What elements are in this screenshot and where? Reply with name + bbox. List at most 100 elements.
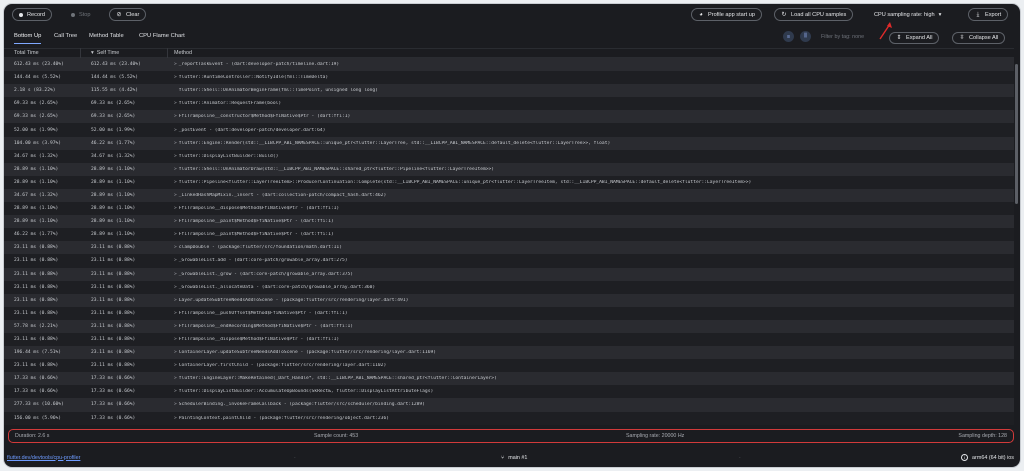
chevron-right-icon[interactable]: > xyxy=(174,128,177,133)
chevron-right-icon[interactable]: > xyxy=(174,206,177,211)
device-info[interactable]: i arm64 (64 bit) ios xyxy=(961,454,1014,461)
method-cell: > flutter::RuntimeController::NotifyIdle(… xyxy=(168,75,1014,80)
table-row[interactable]: 612.43 ms (23.40%) 612.43 ms (23.40%) > _re… xyxy=(4,58,1014,72)
filter-icon[interactable]: ≡ xyxy=(783,31,794,42)
table-row[interactable]: 17.33 ms (0.66%) 17.33 ms (0.66%) > flutter… xyxy=(4,385,1014,399)
self-time-cell: 23.11 ms (0.88%) xyxy=(91,245,136,251)
table-row[interactable]: 277.33 ms (10.60%) 17.33 ms (0.66%) > Sched… xyxy=(4,398,1014,412)
chevron-right-icon[interactable]: > xyxy=(174,219,177,224)
total-time-cell: 104.00 ms (3.97%) xyxy=(14,140,62,146)
chevron-right-icon[interactable]: > xyxy=(174,389,177,394)
profiler-toolbar: Record Stop ⊘ Clear ◕ Profile app start … xyxy=(4,4,1020,40)
table-row[interactable]: 23.11 ms (0.88%) 23.11 ms (0.88%) > clampDo… xyxy=(4,241,1014,255)
chevron-right-icon[interactable]: > xyxy=(174,350,177,355)
chevron-right-icon[interactable]: > xyxy=(174,154,177,159)
load-samples-button[interactable]: ↻ Load all CPU samples xyxy=(774,8,854,21)
profile-startup-button[interactable]: ◕ Profile app start up xyxy=(691,8,762,21)
table-scrollbar[interactable] xyxy=(1014,58,1018,429)
chevron-right-icon[interactable]: > xyxy=(174,114,177,119)
column-self-time-label: Self Time xyxy=(96,50,120,56)
table-row[interactable]: 57.78 ms (2.21%) 23.11 ms (0.88%) > FfiTram… xyxy=(4,319,1014,333)
table-row[interactable]: 34.67 ms (1.32%) 28.89 ms (1.10%) > _Linked… xyxy=(4,188,1014,203)
chevron-right-icon[interactable]: > xyxy=(174,180,177,185)
table-row[interactable]: 69.33 ms (2.65%) 69.33 ms (2.65%) > flutter… xyxy=(4,97,1014,111)
expand-all-button[interactable]: ⇕ Expand All xyxy=(889,32,940,44)
method-name: flutter::Pipeline<flutter::LayerTreeItem… xyxy=(178,179,752,185)
chevron-right-icon[interactable]: > xyxy=(174,416,177,421)
table-row[interactable]: 28.89 ms (1.10%) 28.89 ms (1.10%) > flutter… xyxy=(4,162,1014,176)
chevron-right-icon[interactable]: > xyxy=(174,75,177,80)
tab-method-table[interactable]: Method Table xyxy=(89,33,124,43)
chevron-right-icon[interactable]: > xyxy=(174,311,177,316)
total-time-cell: 34.67 ms (1.32%) xyxy=(14,192,59,198)
table-row[interactable]: 23.11 ms (0.88%) 23.11 ms (0.88%) > FfiTram… xyxy=(4,332,1014,347)
table-row[interactable]: 2.18 s (83.22%) 115.55 ms (4.42%) flutter… xyxy=(4,84,1014,98)
chevron-right-icon[interactable]: > xyxy=(174,245,177,250)
table-row[interactable]: 52.00 ms (1.99%) 52.00 ms (1.99%) > _postEv… xyxy=(4,123,1014,137)
chevron-right-icon[interactable]: > xyxy=(174,272,177,277)
tab-call-tree[interactable]: Call Tree xyxy=(54,33,77,43)
self-time-cell: 144.44 ms (5.52%) xyxy=(91,75,139,81)
table-row[interactable]: 104.00 ms (3.97%) 46.22 ms (1.77%) > flutte… xyxy=(4,136,1014,150)
stop-button[interactable]: Stop xyxy=(64,8,98,21)
method-name: ContainerLayer.updateSubtreeNeedsAddToSc… xyxy=(178,350,436,356)
chevron-right-icon[interactable]: > xyxy=(174,193,177,198)
chevron-right-icon[interactable]: > xyxy=(174,337,177,342)
scrollbar-thumb[interactable] xyxy=(1014,64,1018,204)
sampling-rate-label: CPU sampling rate: high xyxy=(874,11,935,18)
self-time-cell: 23.11 ms (0.88%) xyxy=(91,323,136,329)
table-row[interactable]: 156.00 ms (5.96%) 17.33 ms (0.66%) > Painti… xyxy=(4,411,1014,425)
total-time-cell: 23.11 ms (0.88%) xyxy=(14,297,59,303)
chevron-right-icon[interactable]: > xyxy=(174,324,177,329)
load-samples-label: Load all CPU samples xyxy=(791,11,847,18)
cpu-profiler-docs-link[interactable]: flutter.dev/devtools/cpu-profiler xyxy=(7,455,80,461)
table-row[interactable]: 28.89 ms (1.10%) 28.89 ms (1.10%) > flutter… xyxy=(4,175,1014,189)
column-total-time[interactable]: Total Time xyxy=(4,48,81,58)
table-row[interactable]: 23.11 ms (0.88%) 23.11 ms (0.88%) > _Growab… xyxy=(4,254,1014,268)
info-icon: i xyxy=(961,454,969,461)
chevron-right-icon[interactable]: > xyxy=(174,141,177,146)
chevron-right-icon[interactable]: > xyxy=(174,232,177,237)
collapse-all-button[interactable]: ⇳ Collapse All xyxy=(952,32,1006,44)
table-row[interactable]: 46.22 ms (1.77%) 28.89 ms (1.10%) > FfiTram… xyxy=(4,228,1014,242)
chevron-right-icon[interactable]: > xyxy=(174,62,177,67)
table-row[interactable]: 196.44 ms (7.51%) 23.11 ms (0.88%) > Contai… xyxy=(4,346,1014,360)
tag-filter-input[interactable]: Filter by tag: none xyxy=(819,30,881,43)
method-cell: > ContainerLayer.updateSubtreeNeedsAddToS… xyxy=(168,350,1014,355)
tab-bottom-up[interactable]: Bottom Up xyxy=(14,33,42,44)
clear-button[interactable]: ⊘ Clear xyxy=(109,8,147,21)
total-time-cell: 17.33 ms (0.66%) xyxy=(14,376,59,382)
table-row[interactable]: 144.44 ms (5.52%) 144.44 ms (5.52%) > flutt… xyxy=(4,71,1014,85)
branch-indicator: ⑂ main #1 xyxy=(501,455,527,461)
column-method[interactable]: Method xyxy=(168,48,1014,58)
chevron-right-icon[interactable]: > xyxy=(174,258,177,263)
method-cell: > FfiTrampoline__pushOffset$Method$FfiNat… xyxy=(168,311,1014,316)
chevron-right-icon[interactable]: > xyxy=(174,101,177,106)
table-row[interactable]: 23.11 ms (0.88%) 23.11 ms (0.88%) > Layer.u… xyxy=(4,293,1014,307)
chevron-right-icon[interactable]: > xyxy=(174,298,177,303)
table-row[interactable]: 28.89 ms (1.10%) 28.89 ms (1.10%) > FfiTram… xyxy=(4,215,1014,229)
chevron-right-icon[interactable]: > xyxy=(174,167,177,172)
refresh-icon: ↻ xyxy=(781,11,787,18)
chevron-right-icon[interactable]: > xyxy=(174,285,177,290)
table-row[interactable]: 28.89 ms (1.10%) 28.89 ms (1.10%) > FfiTram… xyxy=(4,202,1014,216)
tab-cpu-flame-chart[interactable]: CPU Flame Chart xyxy=(139,33,185,43)
chevron-right-icon[interactable]: > xyxy=(174,402,177,407)
method-name: _GrowableList._grow - (dart:core-patch/g… xyxy=(178,271,354,277)
column-self-time[interactable]: ▾ Self Time xyxy=(81,48,168,58)
total-time-cell: 156.00 ms (5.96%) xyxy=(14,415,62,421)
table-row[interactable]: 23.11 ms (0.88%) 23.11 ms (0.88%) > Contain… xyxy=(4,359,1014,373)
self-time-cell: 46.22 ms (1.77%) xyxy=(91,140,136,146)
table-row[interactable]: 17.33 ms (0.66%) 17.33 ms (0.66%) > flutter… xyxy=(4,372,1014,386)
table-row[interactable]: 34.67 ms (1.32%) 34.67 ms (1.32%) > flutter… xyxy=(4,149,1014,163)
table-row[interactable]: 23.11 ms (0.88%) 23.11 ms (0.88%) > _Growab… xyxy=(4,267,1014,281)
chevron-right-icon[interactable]: > xyxy=(174,376,177,381)
record-button[interactable]: Record xyxy=(12,8,53,21)
chevron-right-icon[interactable]: > xyxy=(174,363,177,368)
sampling-rate-dropdown[interactable]: CPU sampling rate: high ▾ xyxy=(870,8,945,21)
table-row[interactable]: 69.33 ms (2.65%) 69.33 ms (2.65%) > FfiTram… xyxy=(4,110,1014,124)
table-row[interactable]: 23.11 ms (0.88%) 23.11 ms (0.88%) > FfiTram… xyxy=(4,306,1014,320)
table-row[interactable]: 23.11 ms (0.88%) 23.11 ms (0.88%) > _Growab… xyxy=(4,280,1014,294)
settings-icon[interactable]: ⫼ xyxy=(800,31,811,42)
export-button[interactable]: ⤓ Export xyxy=(968,8,1009,21)
